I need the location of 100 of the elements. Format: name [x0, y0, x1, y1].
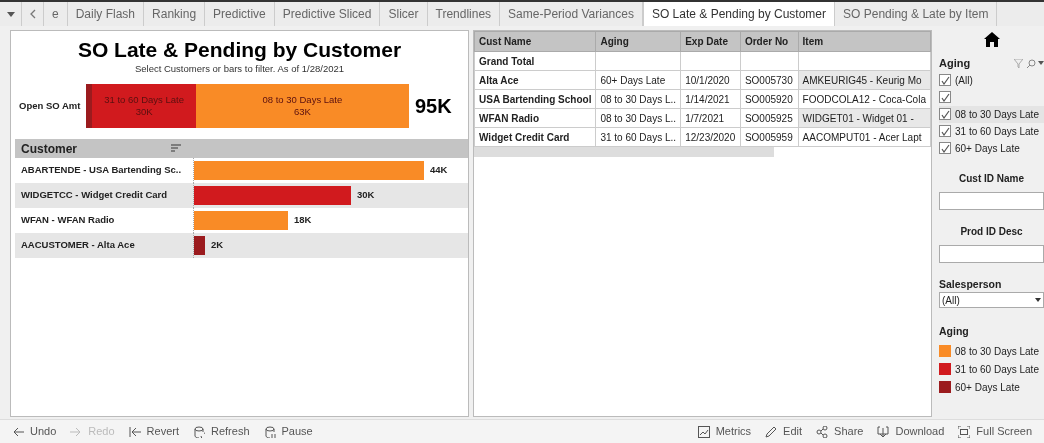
dashboard-subtitle: Select Customers or bars to filter. As of 1/28/2021 — [133, 63, 346, 75]
checkbox[interactable] — [939, 91, 951, 103]
toolbar-button[interactable]: Revert — [128, 423, 179, 440]
column-header[interactable]: Cust Name — [474, 31, 596, 52]
table-cell: 31 to 60 Days L.. — [595, 127, 681, 147]
value-label: 18K — [294, 213, 312, 228]
toolbar-button[interactable]: Refresh — [193, 423, 250, 440]
segment-value: 30K — [135, 106, 153, 118]
tab[interactable]: e — [44, 2, 68, 26]
header-label: Customer — [21, 140, 78, 158]
filter-option[interactable]: (All) — [939, 71, 1044, 89]
toolbar-button[interactable]: Full Screen — [958, 423, 1032, 440]
option-label: 31 to 60 Days Late — [955, 124, 1039, 139]
toolbar-button[interactable]: Metrics — [697, 423, 752, 440]
column-header[interactable]: Item — [798, 31, 931, 52]
table-cell: SO005920 — [740, 89, 799, 109]
legend-label: 60+ Days Late — [955, 380, 1020, 395]
toolbar-button[interactable]: Download — [877, 423, 945, 440]
table-cell: SO005730 — [740, 70, 799, 90]
table-cell: FOODCOLA12 - Coca-Cola — [798, 89, 931, 109]
bar-segment[interactable] — [86, 84, 93, 128]
tab[interactable]: Daily Flash — [67, 2, 145, 26]
segment-label: 08 to 30 Days Late — [262, 94, 343, 106]
caret-icon — [6, 11, 15, 17]
table-cell: Grand Total — [474, 51, 596, 71]
chart-icon — [697, 425, 710, 438]
customer-label[interactable]: ABARTENDE - USA Bartending Sc.. — [15, 163, 193, 178]
table-cell: 08 to 30 Days L.. — [595, 108, 681, 128]
legend-label: 31 to 60 Days Late — [955, 362, 1039, 377]
value-label: 30K — [357, 188, 375, 203]
table-cell: USA Bartending School — [474, 89, 596, 109]
value-label: 2K — [211, 238, 224, 253]
option-label: (All) — [955, 73, 973, 88]
tab[interactable]: Trendlines — [427, 2, 501, 26]
search-icon[interactable] — [1027, 58, 1036, 68]
arrow-left-icon — [12, 425, 24, 438]
home-icon[interactable] — [983, 32, 1000, 47]
column-header[interactable]: Order No — [740, 31, 799, 52]
value-label: 44K — [430, 163, 448, 178]
option-label: 60+ Days Late — [955, 141, 1020, 156]
filter-icon[interactable] — [1014, 58, 1023, 68]
toolbar-button[interactable]: Share — [816, 423, 864, 440]
customer-label[interactable]: AACUSTOMER - Alta Ace — [15, 238, 193, 253]
segment-label: 31 to 60 Days Late — [104, 94, 184, 106]
tab[interactable]: SO Pending & Late by Item — [835, 2, 998, 26]
customer-label[interactable]: WIDGETCC - Widget Credit Card — [15, 188, 193, 203]
revert-icon — [128, 425, 141, 438]
salesperson-dropdown[interactable]: (All) — [939, 292, 1044, 309]
download-icon — [877, 425, 890, 438]
checkbox[interactable] — [939, 74, 951, 86]
dashboard-title: SO Late & Pending by Customer — [76, 37, 403, 63]
filter-option[interactable]: 31 to 60 Days Late — [939, 122, 1044, 140]
legend-label: 08 to 30 Days Late — [955, 344, 1039, 359]
scrollbar[interactable] — [474, 147, 774, 157]
caret-icon[interactable] — [1038, 61, 1044, 66]
table-cell: 1/7/2021 — [680, 108, 741, 128]
option-label: 08 to 30 Days Late — [955, 107, 1039, 122]
sort-icon[interactable] — [171, 144, 181, 153]
filter-option[interactable]: 08 to 30 Days Late — [939, 105, 1044, 123]
segment-value: 63K — [293, 106, 311, 118]
table-cell: WFAN Radio — [474, 108, 596, 128]
checkbox[interactable] — [939, 108, 951, 120]
arrow-right-icon — [70, 425, 83, 438]
pencil-icon — [765, 425, 778, 438]
table-cell: SO005925 — [740, 108, 799, 128]
column-header[interactable]: Exp Date — [680, 31, 741, 52]
tab[interactable]: Predictive — [205, 2, 275, 26]
table-cell: Widget Credit Card — [474, 127, 596, 147]
tab[interactable]: Same-Period Variances — [500, 2, 643, 26]
field-label: Prod ID Desc — [959, 224, 1024, 239]
toolbar-button[interactable]: Edit — [765, 423, 803, 440]
pause-icon — [263, 425, 276, 438]
chevron-left-icon — [29, 9, 36, 19]
legend-title: Aging — [939, 324, 970, 340]
input-field[interactable] — [939, 244, 1044, 263]
table-cell: Alta Ace — [474, 70, 596, 90]
input-field[interactable] — [939, 191, 1044, 210]
filter-title: Aging — [939, 56, 972, 71]
table-cell: 10/1/2020 — [680, 70, 741, 90]
field-label: Cust ID Name — [958, 171, 1025, 186]
filter-option[interactable]: 60+ Days Late — [939, 139, 1044, 157]
table-cell: SO005959 — [740, 127, 799, 147]
tab[interactable]: Slicer — [380, 2, 428, 26]
toolbar-button[interactable]: Pause — [263, 423, 313, 440]
share-icon — [816, 425, 829, 438]
table-cell: 1/14/2021 — [680, 89, 741, 109]
tab[interactable]: SO Late & Pending by Customer — [642, 2, 836, 26]
table-cell: 12/23/2020 — [680, 127, 741, 147]
column-header[interactable]: Aging — [595, 31, 681, 52]
table-cell: 60+ Days Late — [595, 70, 681, 90]
checkbox[interactable] — [939, 142, 951, 154]
customer-label[interactable]: WFAN - WFAN Radio — [15, 213, 193, 228]
tab[interactable]: Predictive Sliced — [274, 2, 381, 26]
table-cell: 08 to 30 Days L.. — [595, 89, 681, 109]
toolbar-button[interactable]: Undo — [12, 423, 57, 440]
bar-segment[interactable]: 08 to 30 Days Late 63K — [195, 84, 409, 128]
table-cell: AACOMPUT01 - Acer Lapt — [798, 127, 931, 147]
checkbox[interactable] — [939, 125, 951, 137]
field-label: Salesperson — [939, 276, 1003, 292]
tab[interactable]: Ranking — [144, 2, 206, 26]
